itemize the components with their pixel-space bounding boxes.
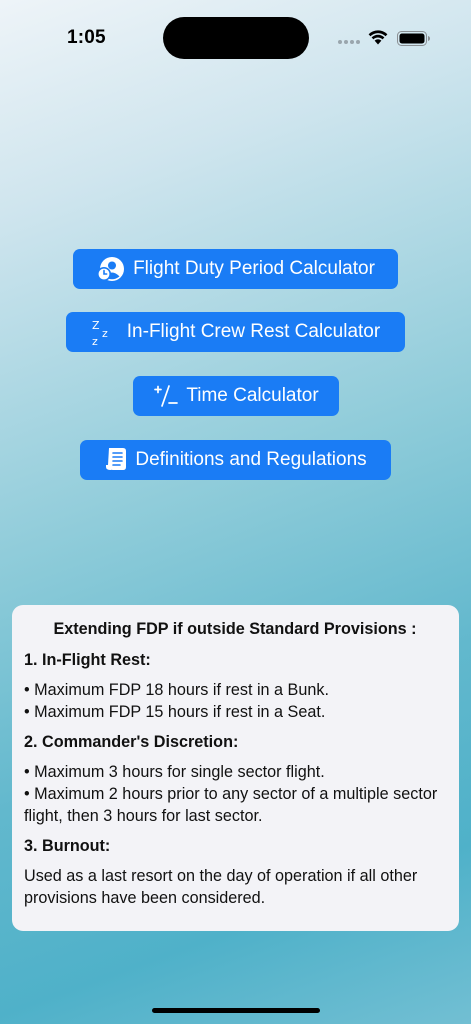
zzz-sleep-icon: Z z z xyxy=(91,318,115,346)
cellular-signal-icon xyxy=(338,40,362,45)
svg-text:z: z xyxy=(92,335,98,346)
section-heading-commanders-discretion: 2. Commander's Discretion: xyxy=(24,733,239,751)
fdp-extension-info-card: Extending FDP if outside Standard Provis… xyxy=(12,605,459,931)
svg-text:z: z xyxy=(102,327,108,340)
list-item: • Maximum 3 hours for single sector flig… xyxy=(24,763,325,781)
time-calculator-label: Time Calculator xyxy=(186,385,319,406)
time-calculator-button[interactable]: Time Calculator xyxy=(133,376,339,416)
list-item: • Maximum 2 hours prior to any sector of… xyxy=(24,785,438,825)
battery-icon xyxy=(397,31,430,46)
flight-duty-period-calculator-label: Flight Duty Period Calculator xyxy=(133,258,375,279)
home-indicator[interactable] xyxy=(152,1008,320,1013)
commanders-discretion-list: • Maximum 3 hours for single sector flig… xyxy=(24,761,446,827)
list-item: • Maximum FDP 18 hours if rest in a Bunk… xyxy=(24,681,329,699)
list-item: Used as a last resort on the day of oper… xyxy=(24,867,418,907)
section-heading-burnout: 3. Burnout: xyxy=(24,837,111,855)
in-flight-rest-list: • Maximum FDP 18 hours if rest in a Bunk… xyxy=(24,679,446,723)
plus-minus-icon xyxy=(153,383,179,409)
status-bar: 1:05 xyxy=(0,0,471,70)
section-heading-in-flight-rest: 1. In-Flight Rest: xyxy=(24,651,151,669)
definitions-and-regulations-button[interactable]: Definitions and Regulations xyxy=(80,440,391,480)
in-flight-crew-rest-calculator-button[interactable]: Z z z In-Flight Crew Rest Calculator xyxy=(66,312,405,352)
card-title: Extending FDP if outside Standard Provis… xyxy=(53,620,417,638)
status-time: 1:05 xyxy=(67,27,106,48)
in-flight-crew-rest-calculator-label: In-Flight Crew Rest Calculator xyxy=(126,321,381,342)
document-icon xyxy=(104,446,128,474)
person-clock-icon xyxy=(96,256,126,282)
list-item: • Maximum FDP 15 hours if rest in a Seat… xyxy=(24,703,326,721)
flight-duty-period-calculator-button[interactable]: Flight Duty Period Calculator xyxy=(73,249,398,289)
definitions-and-regulations-label: Definitions and Regulations xyxy=(135,449,367,470)
svg-text:Z: Z xyxy=(92,319,100,332)
dynamic-island xyxy=(163,17,309,59)
wifi-icon xyxy=(368,30,388,45)
burnout-list: Used as a last resort on the day of oper… xyxy=(24,865,446,909)
